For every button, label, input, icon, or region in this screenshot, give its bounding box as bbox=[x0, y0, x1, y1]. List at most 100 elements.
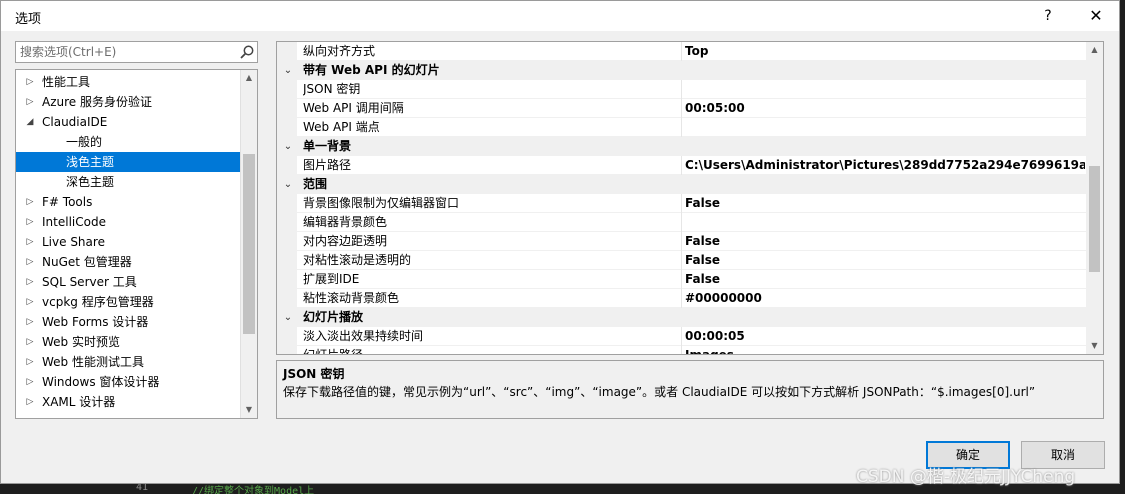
scroll-down-icon[interactable]: ▼ bbox=[241, 402, 257, 418]
scroll-up-icon[interactable]: ▲ bbox=[1086, 42, 1103, 58]
property-value[interactable]: C:\Users\Administrator\Pictures\289dd775… bbox=[685, 156, 1085, 175]
column-divider[interactable] bbox=[681, 289, 682, 308]
property-row[interactable]: 对粘性滚动是透明的 False bbox=[277, 251, 1087, 270]
chevron-right-icon[interactable]: ▷ bbox=[24, 352, 36, 372]
column-divider[interactable] bbox=[681, 270, 682, 289]
column-divider[interactable] bbox=[681, 346, 682, 354]
row-gutter bbox=[277, 289, 297, 308]
tree-item[interactable]: ▷ F# Tools bbox=[16, 192, 240, 212]
column-divider[interactable] bbox=[681, 327, 682, 346]
chevron-right-icon[interactable]: ▷ bbox=[24, 312, 36, 332]
chevron-right-icon[interactable]: ▷ bbox=[24, 252, 36, 272]
property-value[interactable]: Images bbox=[685, 346, 1085, 354]
property-row[interactable]: 编辑器背景颜色 bbox=[277, 213, 1087, 232]
tree-item[interactable]: 深色主题 bbox=[16, 172, 240, 192]
column-divider[interactable] bbox=[681, 251, 682, 270]
property-category[interactable]: ⌄ 单一背景 bbox=[277, 137, 1087, 156]
property-row[interactable]: Web API 调用间隔 00:05:00 bbox=[277, 99, 1087, 118]
scroll-thumb[interactable] bbox=[243, 154, 255, 334]
tree-item[interactable]: ▷ Web 实时预览 bbox=[16, 332, 240, 352]
chevron-right-icon[interactable]: ▷ bbox=[24, 72, 36, 92]
column-divider[interactable] bbox=[681, 213, 682, 232]
property-value[interactable]: #00000000 bbox=[685, 289, 1085, 308]
scroll-up-icon[interactable]: ▲ bbox=[241, 70, 257, 86]
property-row[interactable]: Web API 端点 bbox=[277, 118, 1087, 137]
tree-item[interactable]: ▷ NuGet 包管理器 bbox=[16, 252, 240, 272]
watermark: CSDN @楷-极纪元JJYCheng bbox=[856, 467, 1076, 487]
property-row[interactable]: 粘性滚动背景颜色 #00000000 bbox=[277, 289, 1087, 308]
property-name: 淡入淡出效果持续时间 bbox=[303, 329, 424, 343]
property-row[interactable]: 淡入淡出效果持续时间 00:00:05 bbox=[277, 327, 1087, 346]
grid-scrollbar[interactable]: ▲ ▼ bbox=[1086, 42, 1103, 354]
property-row[interactable]: JSON 密钥 bbox=[277, 80, 1087, 99]
property-row[interactable]: 背景图像限制为仅编辑器窗口 False bbox=[277, 194, 1087, 213]
property-value[interactable]: False bbox=[685, 194, 1085, 213]
chevron-right-icon[interactable]: ▷ bbox=[24, 192, 36, 212]
scroll-thumb[interactable] bbox=[1089, 166, 1100, 272]
chevron-right-icon[interactable]: ▷ bbox=[24, 272, 36, 292]
tree-item-label: ClaudiaIDE bbox=[42, 115, 108, 129]
tree-item[interactable]: ▷ Windows 窗体设计器 bbox=[16, 372, 240, 392]
property-category[interactable]: ⌄ 幻灯片播放 bbox=[277, 308, 1087, 327]
tree-item[interactable]: ▷ Web Forms 设计器 bbox=[16, 312, 240, 332]
property-value[interactable]: 00:05:00 bbox=[685, 99, 1085, 118]
tree-item[interactable]: ▷ SQL Server 工具 bbox=[16, 272, 240, 292]
collapse-icon[interactable]: ⌄ bbox=[281, 137, 295, 156]
property-grid[interactable]: 纵向对齐方式 Top ⌄ 带有 Web API 的幻灯片 JSON 密钥 Web API … bbox=[276, 41, 1104, 355]
tree-item[interactable]: 一般的 bbox=[16, 132, 240, 152]
collapse-icon[interactable]: ⌄ bbox=[281, 175, 295, 194]
chevron-right-icon[interactable]: ▷ bbox=[24, 372, 36, 392]
tree-item-label: Windows 窗体设计器 bbox=[42, 375, 160, 389]
column-divider[interactable] bbox=[681, 99, 682, 118]
property-row[interactable]: 扩展到IDE False bbox=[277, 270, 1087, 289]
property-value[interactable]: False bbox=[685, 251, 1085, 270]
tree-item[interactable]: ▷ 性能工具 bbox=[16, 72, 240, 92]
tree-item[interactable]: ◢ ClaudiaIDE bbox=[16, 112, 240, 132]
collapse-icon[interactable]: ⌄ bbox=[281, 61, 295, 80]
column-divider[interactable] bbox=[681, 194, 682, 213]
property-value[interactable]: Top bbox=[685, 42, 1085, 61]
close-button[interactable]: ✕ bbox=[1081, 5, 1111, 27]
property-value[interactable]: False bbox=[685, 232, 1085, 251]
property-category[interactable]: ⌄ 带有 Web API 的幻灯片 bbox=[277, 61, 1087, 80]
chevron-right-icon[interactable]: ▷ bbox=[24, 392, 36, 412]
tree-item[interactable]: ▷ vcpkg 程序包管理器 bbox=[16, 292, 240, 312]
tree-scrollbar[interactable]: ▲ ▼ bbox=[240, 70, 257, 418]
tree-item[interactable]: ▷ Live Share bbox=[16, 232, 240, 252]
line-number: 41 bbox=[136, 484, 149, 493]
search-input[interactable] bbox=[20, 44, 235, 60]
chevron-down-icon[interactable]: ◢ bbox=[24, 112, 36, 132]
chevron-right-icon[interactable]: ▷ bbox=[24, 292, 36, 312]
help-button[interactable]: ? bbox=[1035, 5, 1061, 27]
property-row[interactable]: 幻灯片路径 Images bbox=[277, 346, 1087, 354]
chevron-right-icon[interactable]: ▷ bbox=[24, 332, 36, 352]
property-row[interactable]: 纵向对齐方式 Top bbox=[277, 42, 1087, 61]
tree-item[interactable]: ▷ IntelliCode bbox=[16, 212, 240, 232]
tree-item-label: NuGet 包管理器 bbox=[42, 255, 132, 269]
property-value[interactable]: 00:00:05 bbox=[685, 327, 1085, 346]
row-gutter bbox=[277, 156, 297, 175]
chevron-right-icon[interactable]: ▷ bbox=[24, 232, 36, 252]
search-icon[interactable] bbox=[239, 44, 255, 60]
column-divider[interactable] bbox=[681, 232, 682, 251]
chevron-right-icon[interactable]: ▷ bbox=[24, 92, 36, 112]
tree-item[interactable]: ▷ XAML 设计器 bbox=[16, 392, 240, 412]
column-divider[interactable] bbox=[681, 156, 682, 175]
property-row[interactable]: 图片路径 C:\Users\Administrator\Pictures\289d… bbox=[277, 156, 1087, 175]
property-value[interactable]: False bbox=[685, 270, 1085, 289]
tree-item[interactable]: ▷ Azure 服务身份验证 bbox=[16, 92, 240, 112]
column-divider[interactable] bbox=[681, 80, 682, 99]
tree-item[interactable]: 浅色主题 bbox=[16, 152, 240, 172]
property-row[interactable]: 对内容边距透明 False bbox=[277, 232, 1087, 251]
collapse-icon[interactable]: ⌄ bbox=[281, 308, 295, 327]
scroll-down-icon[interactable]: ▼ bbox=[1086, 338, 1103, 354]
column-divider[interactable] bbox=[681, 42, 682, 61]
tree-item-label: 性能工具 bbox=[42, 75, 91, 89]
chevron-right-icon[interactable]: ▷ bbox=[24, 212, 36, 232]
property-category[interactable]: ⌄ 范围 bbox=[277, 175, 1087, 194]
column-divider[interactable] bbox=[681, 118, 682, 137]
tree-item[interactable]: ▷ Web 性能测试工具 bbox=[16, 352, 240, 372]
options-tree[interactable]: ▷ 性能工具 ▷ Azure 服务身份验证 ◢ ClaudiaIDE 一般的 浅色主题 深色主题… bbox=[15, 69, 258, 419]
row-gutter bbox=[277, 118, 297, 137]
row-gutter bbox=[277, 251, 297, 270]
